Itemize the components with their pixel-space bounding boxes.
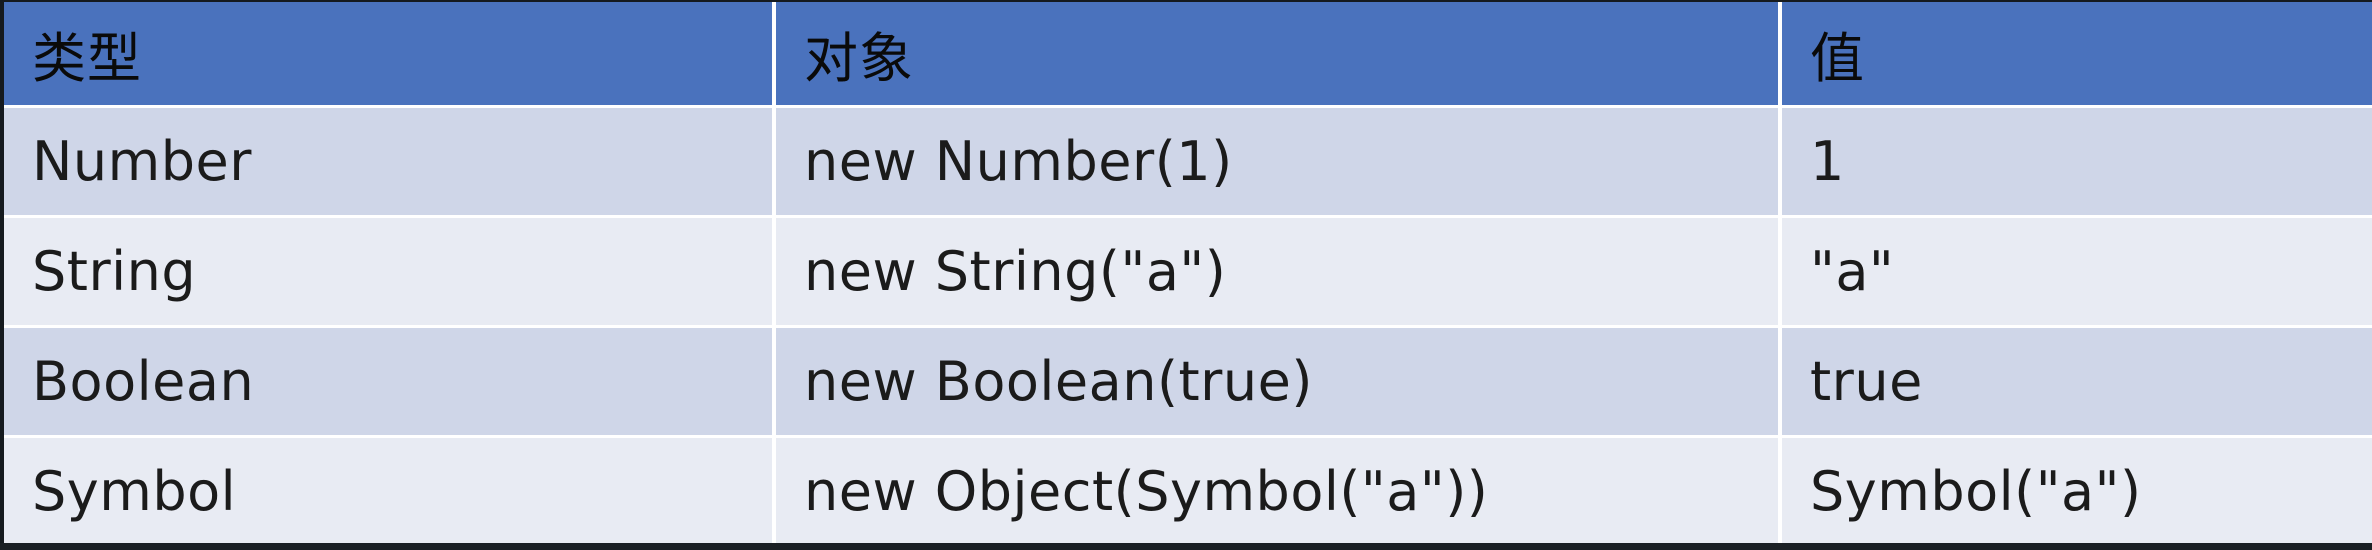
table-row: Boolean new Boolean(true) true xyxy=(4,326,2372,438)
cell-object: new Boolean(true) xyxy=(774,326,1782,438)
cell-value: Symbol("a") xyxy=(1780,436,2372,546)
wrapper-types-table: 类型 对象 值 Number new Number(1) 1 String ne… xyxy=(4,2,2372,546)
table-row: Symbol new Object(Symbol("a")) Symbol("a… xyxy=(4,436,2372,546)
header-type: 类型 xyxy=(4,2,776,108)
header-row: 类型 对象 值 xyxy=(4,2,2372,108)
table-header: 类型 对象 值 xyxy=(4,2,2372,108)
table-row: Number new Number(1) 1 xyxy=(4,106,2372,218)
slide-frame: 类型 对象 值 Number new Number(1) 1 String ne… xyxy=(0,0,2372,550)
bottom-edge xyxy=(0,543,2372,550)
header-value: 值 xyxy=(1780,2,2372,108)
cell-type: String xyxy=(4,216,776,328)
cell-object: new String("a") xyxy=(774,216,1782,328)
header-object: 对象 xyxy=(774,2,1782,108)
cell-type: Boolean xyxy=(4,326,776,438)
cell-value: "a" xyxy=(1780,216,2372,328)
cell-type: Number xyxy=(4,106,776,218)
table-row: String new String("a") "a" xyxy=(4,216,2372,328)
cell-object: new Object(Symbol("a")) xyxy=(774,436,1782,546)
cell-value: true xyxy=(1780,326,2372,438)
table-body: Number new Number(1) 1 String new String… xyxy=(4,106,2372,546)
cell-type: Symbol xyxy=(4,436,776,546)
cell-object: new Number(1) xyxy=(774,106,1782,218)
cell-value: 1 xyxy=(1780,106,2372,218)
